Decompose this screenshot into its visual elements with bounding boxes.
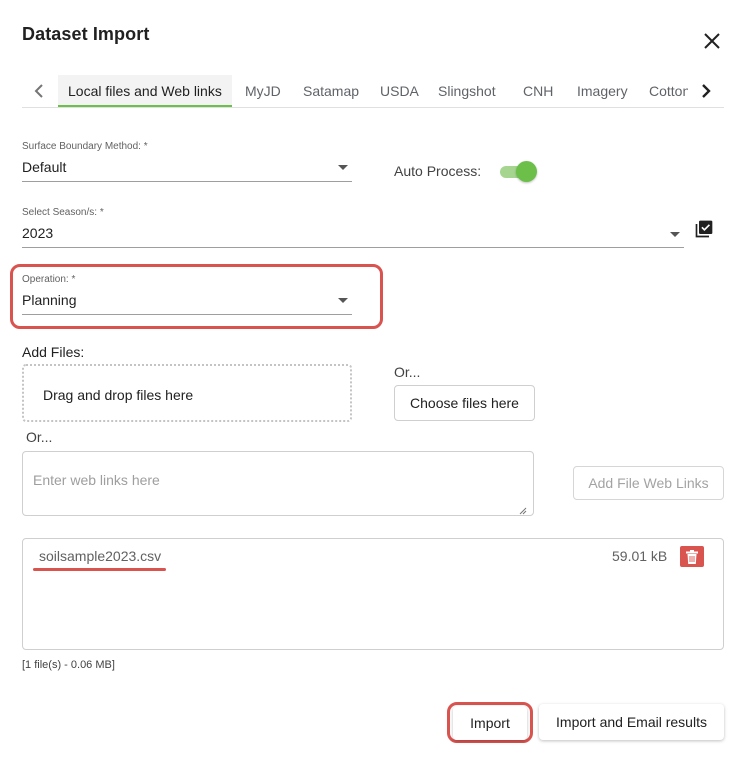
tab-local-files[interactable]: Local files and Web links (58, 75, 232, 107)
close-icon[interactable] (700, 29, 724, 53)
tab-satamap[interactable]: Satamap (303, 75, 359, 107)
import-button[interactable]: Import (453, 706, 527, 740)
tab-bar: Local files and Web links MyJD Satamap U… (22, 75, 724, 108)
tab-usda[interactable]: USDA (380, 75, 419, 107)
add-files-label: Add Files: (22, 344, 85, 360)
season-value[interactable]: 2023 (22, 225, 53, 241)
add-file-weblinks-button[interactable]: Add File Web Links (573, 466, 724, 500)
tab-slingshot[interactable]: Slingshot (438, 75, 496, 107)
auto-process-toggle-knob[interactable] (516, 161, 537, 182)
or-label: Or... (26, 429, 53, 445)
chevron-down-icon[interactable] (670, 232, 680, 237)
operation-label: Operation: * (22, 274, 76, 285)
file-size: 59.01 kB (612, 548, 668, 564)
auto-process-label: Auto Process: (394, 163, 482, 179)
tab-imagery[interactable]: Imagery (577, 75, 628, 107)
surface-boundary-value[interactable]: Default (22, 159, 66, 175)
import-email-results-button[interactable]: Import and Email results (539, 704, 724, 740)
weblinks-textarea[interactable]: Enter web links here (22, 451, 534, 516)
tab-cnh[interactable]: CNH (523, 75, 553, 107)
tab-scroll-right-icon[interactable] (695, 79, 717, 103)
or-label: Or... (394, 364, 421, 380)
surface-boundary-label: Surface Boundary Method: * (22, 141, 148, 152)
select-all-checkbox-icon[interactable] (694, 219, 714, 239)
operation-value[interactable]: Planning (22, 292, 77, 308)
season-label: Select Season/s: * (22, 207, 104, 218)
weblinks-placeholder: Enter web links here (33, 472, 160, 488)
chevron-down-icon[interactable] (338, 165, 348, 170)
season-underline (22, 247, 684, 248)
file-name: soilsample2023.csv (39, 548, 162, 564)
operation-underline (22, 314, 352, 315)
delete-file-button[interactable] (680, 546, 704, 567)
tab-scroll-left-icon[interactable] (28, 79, 50, 103)
file-name-highlight-underline (33, 568, 166, 571)
trash-icon (686, 549, 698, 564)
chevron-down-icon[interactable] (338, 298, 348, 303)
surface-boundary-underline (22, 181, 352, 182)
resize-handle-icon[interactable] (519, 502, 527, 515)
choose-files-button[interactable]: Choose files here (394, 385, 535, 421)
dialog-title: Dataset Import (22, 24, 150, 44)
file-summary: [1 file(s) - 0.06 MB] (22, 659, 115, 671)
tab-myjd[interactable]: MyJD (245, 75, 281, 107)
tab-cotton[interactable]: Cotton (649, 75, 688, 107)
dropzone-text: Drag and drop files here (43, 387, 194, 403)
